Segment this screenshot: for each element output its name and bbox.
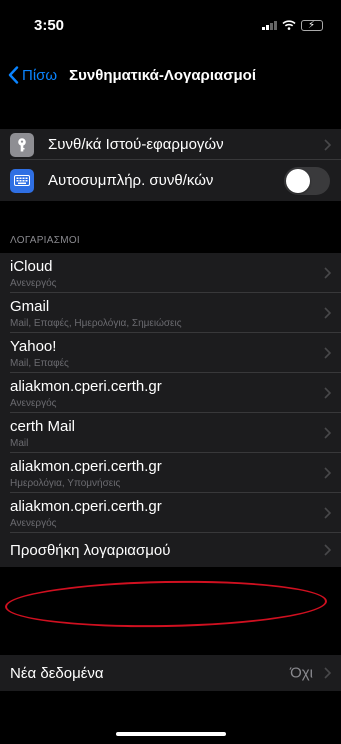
account-name: certh Mail — [10, 417, 76, 435]
key-icon — [10, 132, 34, 157]
autofill-label: Αυτοσυμπλήρ. συνθ/κών — [48, 172, 214, 189]
status-time: 3:50 — [34, 16, 65, 34]
accounts-section-header: ΛΟΓΑΡΙΑΣΜΟΙ — [10, 235, 80, 246]
battery-icon: ⚡ — [301, 19, 323, 31]
account-row[interactable]: aliakmon.cperi.certh.gr Ανενεργός — [0, 493, 341, 533]
passwords-group: Συνθ/κά Ιστού-εφαρμογών Αυτοσυμπλήρ. συν… — [0, 129, 341, 201]
status-bar: 3:50 ⚡ — [0, 0, 341, 50]
chevron-right-icon — [324, 267, 331, 279]
wifi-icon — [282, 20, 296, 30]
account-name: Yahoo! — [10, 337, 57, 355]
account-detail: Mail, Επαφές, Ημερολόγια, Σημειώσεις — [10, 317, 182, 329]
account-detail: Ημερολόγια, Υπομνήσεις — [10, 477, 121, 489]
account-name: aliakmon.cperi.certh.gr — [10, 497, 162, 515]
chevron-right-icon — [324, 307, 331, 319]
account-row[interactable]: iCloud Ανενεργός — [0, 253, 341, 293]
chevron-right-icon — [324, 507, 331, 519]
page-title: Συνθηματικά-Λογαριασμοί — [69, 66, 256, 84]
account-row[interactable]: certh Mail Mail — [0, 413, 341, 453]
account-row[interactable]: aliakmon.cperi.certh.gr Ημερολόγια, Υπομ… — [0, 453, 341, 493]
web-passwords-row[interactable]: Συνθ/κά Ιστού-εφαρμογών — [0, 129, 341, 160]
autofill-row: Αυτοσυμπλήρ. συνθ/κών — [0, 160, 341, 201]
autofill-toggle[interactable] — [284, 166, 330, 195]
status-icons: ⚡ — [262, 19, 323, 31]
chevron-right-icon — [324, 467, 331, 479]
fetch-group: Νέα δεδομένα Όχι — [0, 655, 341, 691]
account-name: Gmail — [10, 297, 50, 315]
chevron-right-icon — [324, 387, 331, 399]
account-detail: Ανενεργός — [10, 277, 57, 289]
highlight-ellipse — [4, 578, 328, 630]
chevron-right-icon — [324, 667, 331, 679]
keyboard-icon — [10, 168, 34, 193]
chevron-right-icon — [324, 427, 331, 439]
add-account-label: Προσθήκη λογαριασμού — [10, 541, 171, 559]
cellular-signal-icon — [262, 20, 277, 30]
account-detail: Ανενεργός — [10, 517, 57, 529]
chevron-right-icon — [324, 347, 331, 359]
add-account-row[interactable]: Προσθήκη λογαριασμού — [0, 533, 341, 567]
account-name: aliakmon.cperi.certh.gr — [10, 377, 162, 395]
account-row[interactable]: aliakmon.cperi.certh.gr Ανενεργός — [0, 373, 341, 413]
home-indicator[interactable] — [116, 732, 226, 736]
accounts-list: iCloud Ανενεργός Gmail Mail, Επαφές, Ημε… — [0, 253, 341, 567]
back-button[interactable]: Πίσω — [8, 66, 57, 84]
fetch-new-data-value: Όχι — [290, 664, 313, 682]
back-label: Πίσω — [22, 66, 58, 84]
chevron-right-icon — [324, 544, 331, 556]
fetch-new-data-row[interactable]: Νέα δεδομένα Όχι — [0, 655, 341, 691]
account-detail: Ανενεργός — [10, 397, 57, 409]
chevron-right-icon — [324, 138, 331, 151]
account-name: iCloud — [10, 257, 53, 275]
fetch-new-data-label: Νέα δεδομένα — [10, 664, 104, 682]
chevron-left-icon — [8, 66, 19, 84]
navigation-bar: Πίσω Συνθηματικά-Λογαριασμοί — [0, 55, 341, 95]
account-row[interactable]: Yahoo! Mail, Επαφές — [0, 333, 341, 373]
web-passwords-label: Συνθ/κά Ιστού-εφαρμογών — [48, 136, 224, 153]
account-name: aliakmon.cperi.certh.gr — [10, 457, 162, 475]
account-row[interactable]: Gmail Mail, Επαφές, Ημερολόγια, Σημειώσε… — [0, 293, 341, 333]
account-detail: Mail — [10, 437, 29, 449]
account-detail: Mail, Επαφές — [10, 357, 69, 369]
